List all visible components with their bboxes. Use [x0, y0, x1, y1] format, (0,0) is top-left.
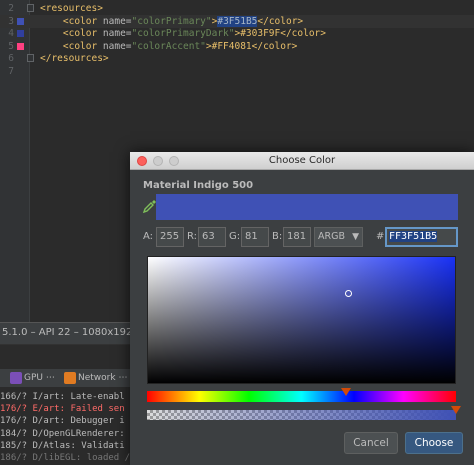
code-token: <color — [40, 28, 103, 39]
code-line[interactable]: 3 <color name="colorPrimary">#3F51B5</co… — [0, 14, 474, 28]
log-line: 176/? D/art: Debugger i — [0, 416, 125, 427]
code-token: <resources> — [40, 3, 103, 14]
hex-value: FF3F51B5 — [389, 231, 438, 242]
code-token: <color — [40, 40, 103, 52]
code-line[interactable]: 6 </resources> — [0, 52, 474, 65]
code-token: name= — [102, 28, 132, 39]
blue-label: B: — [272, 231, 283, 242]
color-picker-cursor[interactable] — [345, 290, 353, 298]
monitor-tab-label: GPU ⋯ — [24, 373, 55, 383]
log-line: 185/? D/Atlas: Validati — [0, 440, 125, 451]
gpu-icon — [10, 372, 22, 384]
green-field[interactable]: 81 — [241, 227, 269, 247]
code-token: "colorPrimary" — [131, 15, 212, 27]
log-line: 166/? I/art: Late-enabl — [0, 392, 125, 402]
dialog-titlebar[interactable]: Choose Color — [130, 152, 474, 170]
color-components-row: A: 255 R: 63 G: 81 B: 181 ARGB ▼ # FF3F5… — [130, 227, 474, 247]
log-line: 184/? D/OpenGLRenderer: — [0, 428, 125, 439]
code-token: </color> — [257, 15, 304, 27]
selected-color-value: #3F51B5 — [217, 15, 258, 27]
code-token: name= — [102, 15, 132, 27]
opacity-slider[interactable] — [147, 410, 456, 420]
dialog-title: Choose Color — [268, 155, 336, 166]
code-token: >#303F9F</color> — [234, 28, 326, 39]
monitor-tab-label: Network ⋯ — [78, 373, 128, 383]
code-line[interactable]: 4 <color name="colorPrimaryDark">#303F9F… — [0, 27, 474, 40]
color-mode-select[interactable]: ARGB ▼ — [314, 227, 363, 247]
line-number: 7 — [8, 65, 14, 77]
chevron-down-icon: ▼ — [352, 232, 359, 242]
code-token: "colorPrimaryDark" — [131, 28, 235, 39]
red-label: R: — [187, 231, 198, 242]
fold-marker-icon[interactable] — [27, 4, 34, 12]
code-line[interactable]: 7 — [0, 65, 474, 78]
log-line: 176/? E/art: Failed sen — [0, 404, 125, 415]
hue-slider[interactable] — [147, 391, 456, 402]
hue-slider-thumb[interactable] — [340, 388, 351, 396]
code-token: </resources> — [40, 53, 109, 64]
code-token: >#FF4081</color> — [205, 40, 298, 52]
monitor-tab-network[interactable]: Network ⋯ — [64, 371, 127, 385]
code-token: <color — [40, 15, 103, 27]
choose-button[interactable]: Choose — [405, 432, 463, 454]
cancel-button[interactable]: Cancel — [344, 432, 398, 454]
blue-field[interactable]: 181 — [283, 227, 311, 247]
hex-label: # — [376, 231, 385, 242]
color-mode-value: ARGB — [318, 231, 345, 242]
fold-marker-icon[interactable] — [27, 54, 34, 62]
color-swatch-icon[interactable] — [17, 30, 24, 37]
color-preview-swatch — [156, 194, 458, 220]
line-number: 3 — [8, 15, 14, 27]
code-text: <resources> — [40, 2, 103, 15]
network-icon — [64, 372, 76, 384]
line-number: 6 — [8, 53, 14, 64]
color-swatch-icon[interactable] — [17, 17, 24, 25]
saturation-brightness-picker[interactable] — [147, 256, 456, 384]
code-line[interactable]: 5 <color name="colorAccent">#FF4081</col… — [0, 40, 474, 53]
choose-color-dialog: Choose Color Material Indigo 500 A: 255 … — [130, 152, 474, 465]
device-label: 5.1.0 – API 22 – 1080x192 — [2, 327, 133, 338]
color-swatch-icon[interactable] — [17, 42, 24, 50]
code-text: <color name="colorPrimaryDark">#303F9F</… — [40, 27, 326, 40]
code-token: name= — [102, 40, 132, 52]
green-label: G: — [229, 231, 241, 242]
line-number: 2 — [8, 3, 14, 14]
code-text: </resources> — [40, 52, 109, 65]
code-text: <color name="colorPrimary">#3F51B5</colo… — [40, 15, 303, 28]
alpha-field[interactable]: 255 — [156, 227, 184, 247]
monitor-tab-gpu[interactable]: GPU ⋯ — [10, 371, 55, 385]
code-text: <color name="colorAccent">#FF4081</color… — [40, 40, 298, 53]
red-field[interactable]: 63 — [198, 227, 226, 247]
code-token: "colorAccent" — [131, 40, 206, 52]
alpha-label: A: — [143, 231, 154, 242]
color-name-label: Material Indigo 500 — [143, 180, 254, 191]
line-number: 4 — [8, 28, 14, 39]
code-line[interactable]: 2 <resources> — [0, 2, 474, 15]
line-number: 5 — [8, 40, 14, 52]
opacity-slider-thumb[interactable] — [451, 406, 461, 414]
hex-input[interactable]: FF3F51B5 — [385, 227, 458, 247]
